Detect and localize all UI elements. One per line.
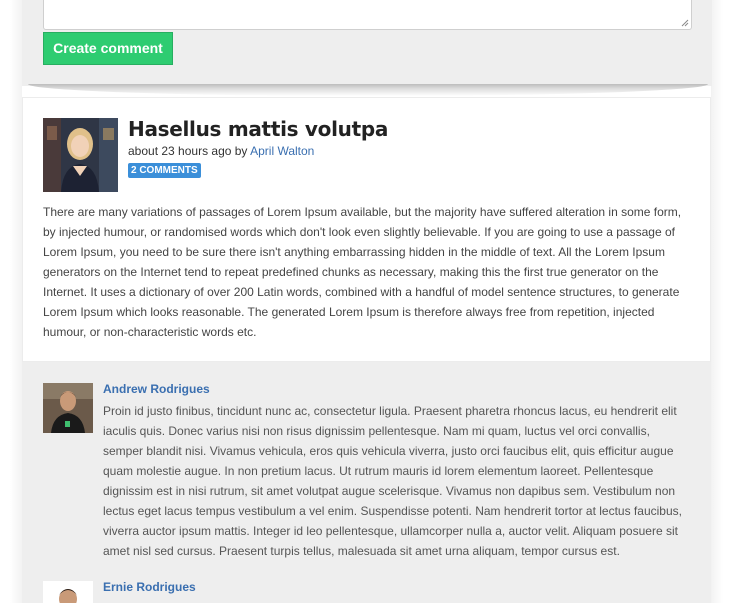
comments-section: Andrew Rodrigues Proin id justo finibus,…: [22, 362, 711, 603]
post-author-link[interactable]: April Walton: [250, 144, 314, 158]
post-card: Hasellus mattis volutpa about 23 hours a…: [22, 97, 711, 362]
commenter-name-link[interactable]: Ernie Rodrigues: [103, 580, 196, 594]
page-left-shadow: [10, 0, 22, 603]
comments-count-badge[interactable]: 2 COMMENTS: [128, 163, 201, 178]
comment-author-avatar[interactable]: [43, 581, 93, 603]
post-time: about 23 hours ago by: [128, 144, 251, 158]
page-right-shadow: [711, 0, 723, 603]
resize-grip-icon[interactable]: [681, 19, 689, 27]
post-title[interactable]: Hasellus mattis volutpa: [128, 117, 388, 141]
commenter-name-link[interactable]: Andrew Rodrigues: [103, 382, 210, 396]
man-portrait-icon: [43, 581, 93, 603]
panel-shadow-divider: [28, 84, 708, 96]
comment-textarea[interactable]: [43, 0, 692, 30]
comment-form-panel: Create comment: [22, 0, 712, 86]
post-author-avatar[interactable]: [43, 118, 118, 192]
woman-portrait-icon: [43, 118, 118, 192]
man-portrait-icon: [43, 383, 93, 433]
comment-author-avatar[interactable]: [43, 383, 93, 433]
post-body: There are many variations of passages of…: [43, 205, 682, 339]
create-comment-button[interactable]: Create comment: [43, 32, 173, 65]
post-meta: about 23 hours ago by April Walton: [128, 144, 314, 158]
comment-text: Proin id justo finibus, tincidunt nunc a…: [103, 404, 682, 558]
